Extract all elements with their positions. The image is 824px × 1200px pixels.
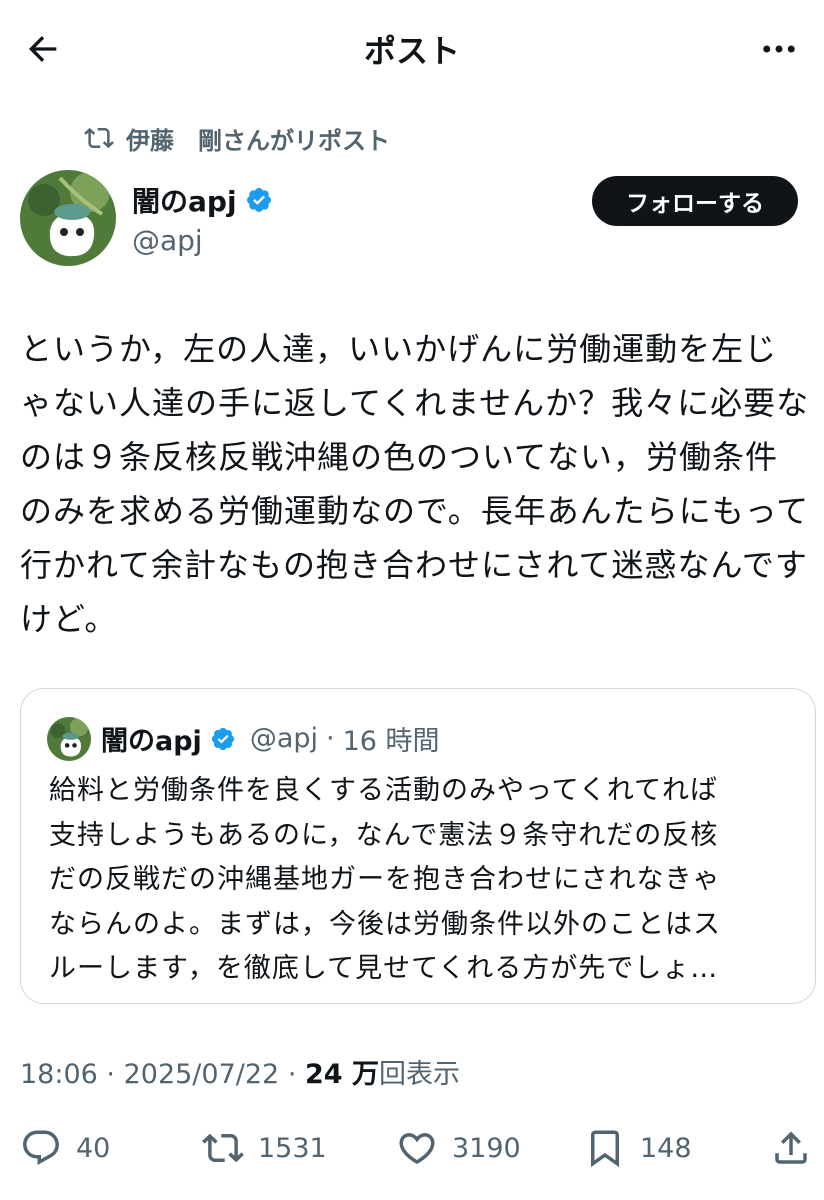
avatar[interactable]: [20, 170, 116, 266]
bookmark-button[interactable]: 148: [584, 1120, 692, 1176]
post-meta: 18:06 · 2025/07/22 · 24 万回表示: [20, 1052, 460, 1091]
share-button[interactable]: [770, 1120, 812, 1176]
more-icon: [763, 45, 795, 53]
author-name-row: 闇のapj: [132, 180, 273, 220]
quoted-header: 闇のapj @apj · 16 時間: [101, 719, 440, 758]
avatar-image-icon: [47, 717, 91, 761]
top-bar: ポスト: [0, 0, 824, 96]
verified-badge-icon: [211, 727, 234, 750]
repost-indicator[interactable]: 伊藤 剛さんがリポスト: [84, 120, 390, 156]
post-date[interactable]: 2025/07/22: [124, 1059, 280, 1090]
like-count: 3190: [452, 1132, 521, 1164]
repost-text: 伊藤 剛さんがリポスト: [126, 126, 390, 155]
repost-count: 1531: [258, 1132, 327, 1164]
author-handle[interactable]: @apj: [132, 224, 203, 257]
post-author: 闇のapj @apj フォローする: [20, 170, 804, 270]
post-text: というか，左の人達，いいかげんに労働運動を左じゃない人達の手に返してくれませんか…: [20, 330, 810, 638]
reply-icon: [23, 1130, 59, 1165]
repost-icon: [84, 127, 114, 149]
bookmark-count: 148: [640, 1132, 692, 1164]
page-title: ポスト: [363, 32, 460, 70]
heart-icon: [399, 1133, 435, 1165]
views-count: 24 万: [305, 1059, 379, 1090]
quoted-avatar: [47, 717, 91, 761]
quoted-text: 給料と労働条件を良くする活動のみやってくれてれば 支持しようもあるのに，なんで憲…: [49, 775, 721, 984]
repost-button[interactable]: 1531: [202, 1120, 327, 1176]
views-label: 回表示: [378, 1059, 460, 1090]
quoted-author-name: 闇のapj: [101, 726, 202, 757]
bookmark-icon: [591, 1130, 619, 1168]
quoted-time: 16 時間: [342, 726, 440, 757]
action-bar: 40 1531 3190 148: [0, 1120, 824, 1176]
reply-count: 40: [76, 1132, 111, 1164]
quoted-post-card[interactable]: 闇のapj @apj · 16 時間 給料と労働条件を良くする活動のみやってくれ…: [20, 688, 816, 1004]
like-button[interactable]: 3190: [396, 1120, 521, 1176]
meta-separator: ·: [287, 1059, 297, 1090]
quoted-separator: ·: [326, 723, 335, 754]
share-icon: [775, 1131, 807, 1164]
post-time: 18:06: [20, 1059, 98, 1090]
reply-button[interactable]: 40: [20, 1120, 110, 1176]
repost-icon: [202, 1133, 244, 1163]
meta-separator: ·: [106, 1059, 115, 1090]
verified-badge-icon: [246, 188, 271, 212]
quoted-handle: @apj: [249, 723, 318, 754]
more-options-button[interactable]: [754, 24, 804, 74]
follow-button[interactable]: フォローする: [592, 176, 798, 226]
avatar-image-icon: [20, 170, 116, 266]
author-name[interactable]: 闇のapj: [132, 180, 237, 220]
